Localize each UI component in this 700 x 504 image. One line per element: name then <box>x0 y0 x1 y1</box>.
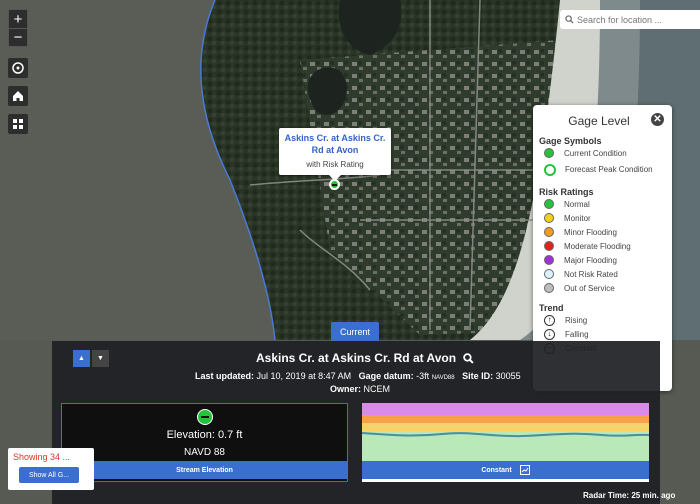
gage-datum-unit: NAVD88 <box>431 375 455 381</box>
grid-icon <box>13 119 23 129</box>
zoom-in-button[interactable]: + <box>9 10 27 28</box>
elevation-value: Elevation: 0.7 ft <box>166 429 243 441</box>
legend-row: Normal <box>544 197 672 211</box>
legend-label: Minor Flooding <box>564 227 617 237</box>
zoom-out-button[interactable]: − <box>9 28 27 46</box>
chart-icon <box>519 465 530 475</box>
constant-dash-icon <box>332 183 337 186</box>
panel-down-button[interactable]: ▼ <box>92 350 109 367</box>
risk-rating-dot-icon <box>544 255 554 265</box>
risk-rating-dot-icon <box>544 241 554 251</box>
legend-label: Current Condition <box>564 148 627 158</box>
layers-button[interactable] <box>8 114 28 134</box>
panel-up-button[interactable]: ▲ <box>73 350 90 367</box>
gage-title: Askins Cr. at Askins Cr. Rd at Avon <box>256 351 475 365</box>
gage-detail-panel: ▲ ▼ Askins Cr. at Askins Cr. Rd at Avon … <box>52 341 660 504</box>
legend-label: Falling <box>565 329 589 339</box>
search-icon <box>565 15 574 24</box>
showing-count-text: Showing 34 ... <box>13 452 71 462</box>
show-all-gages-button[interactable]: Show All G... <box>19 467 79 483</box>
legend-row: Minor Flooding <box>544 225 672 239</box>
last-updated-label: Last updated: <box>195 371 255 381</box>
home-button[interactable] <box>8 86 28 106</box>
legend-label: Not Risk Rated <box>564 269 618 279</box>
elevation-datum: NAVD 88 <box>184 447 225 458</box>
legend-label: Major Flooding <box>564 255 617 265</box>
trend-chart <box>362 403 649 465</box>
risk-rating-dot-icon <box>544 227 554 237</box>
trend-caption: Constant <box>481 466 512 474</box>
site-id-label: Site ID: <box>462 371 494 381</box>
risk-rating-dot-icon <box>544 269 554 279</box>
constant-status-icon <box>197 409 213 425</box>
legend-row: Current Condition <box>544 146 672 160</box>
risk-rating-dot-icon <box>544 283 554 293</box>
showing-gages-box: Showing 34 ... Show All G... <box>8 448 94 490</box>
legend-row: Major Flooding <box>544 253 672 267</box>
risk-rating-dot-icon <box>544 199 554 209</box>
legend-label: Normal <box>564 199 590 209</box>
gage-popup[interactable]: Askins Cr. at Askins Cr. Rd at Avon with… <box>279 128 391 181</box>
legend-label: Out of Service <box>564 283 615 293</box>
search-input[interactable] <box>577 14 697 25</box>
legend-row: ↓ Falling <box>544 327 672 341</box>
legend-row: Moderate Flooding <box>544 239 672 253</box>
legend-ratings-heading: Risk Ratings <box>539 187 594 197</box>
gage-meta-line: Last updated: Jul 10, 2019 at 8:47 AM Ga… <box>195 371 521 381</box>
forecast-peak-ring-icon <box>544 163 556 176</box>
gage-marker[interactable] <box>329 179 340 190</box>
popup-title[interactable]: Askins Cr. at Askins Cr. Rd at Avon <box>279 132 391 156</box>
radar-time: Radar Time: 25 min. ago <box>583 491 676 500</box>
legend-label: Rising <box>565 315 588 325</box>
zoom-control: + − <box>8 9 28 47</box>
zoom-to-search-icon[interactable] <box>463 353 475 364</box>
legend-title: Gage Level <box>568 114 630 128</box>
legend-row: Out of Service <box>544 281 672 295</box>
risk-rating-dot-icon <box>544 213 554 223</box>
popup-subtitle: with Risk Rating <box>306 160 364 169</box>
legend-row: Monitor <box>544 211 672 225</box>
legend-close-button[interactable]: ✕ <box>651 113 664 126</box>
gage-datum-label: Gage datum: <box>358 371 414 381</box>
legend-row: Forecast Peak Condition <box>544 160 672 179</box>
gage-datum-value: -3ft <box>416 371 430 381</box>
legend-row: Not Risk Rated <box>544 267 672 281</box>
legend-label: Moderate Flooding <box>564 241 631 251</box>
owner-value: NCEM <box>363 384 391 394</box>
owner-label: Owner: <box>330 384 362 394</box>
arrow-down-icon: ↓ <box>544 328 555 340</box>
home-icon <box>13 91 23 101</box>
last-updated-value: Jul 10, 2019 at 8:47 AM <box>256 371 352 381</box>
legend-row: ↑ Rising <box>544 313 672 327</box>
tab-current[interactable]: Current <box>331 322 379 341</box>
owner-line: Owner: NCEM <box>330 384 390 394</box>
trend-band-major <box>362 403 649 415</box>
legend-label: Monitor <box>564 213 591 223</box>
locate-button[interactable] <box>8 58 28 78</box>
legend-symbols-heading: Gage Symbols <box>539 136 602 146</box>
crosshair-icon <box>12 62 24 74</box>
location-search <box>560 10 700 29</box>
arrow-up-icon: ↑ <box>544 314 555 326</box>
current-condition-dot-icon <box>544 148 554 158</box>
trend-band-minor <box>362 415 649 423</box>
site-id-value: 30055 <box>495 371 521 381</box>
stream-elevation-button[interactable]: Stream Elevation <box>61 461 348 479</box>
legend-label: Forecast Peak Condition <box>565 165 653 174</box>
gage-title-text: Askins Cr. at Askins Cr. Rd at Avon <box>256 351 457 365</box>
trend-band-monitor <box>362 423 649 431</box>
constant-trend-button[interactable]: Constant <box>362 461 649 479</box>
legend-trend-heading: Trend <box>539 303 564 313</box>
